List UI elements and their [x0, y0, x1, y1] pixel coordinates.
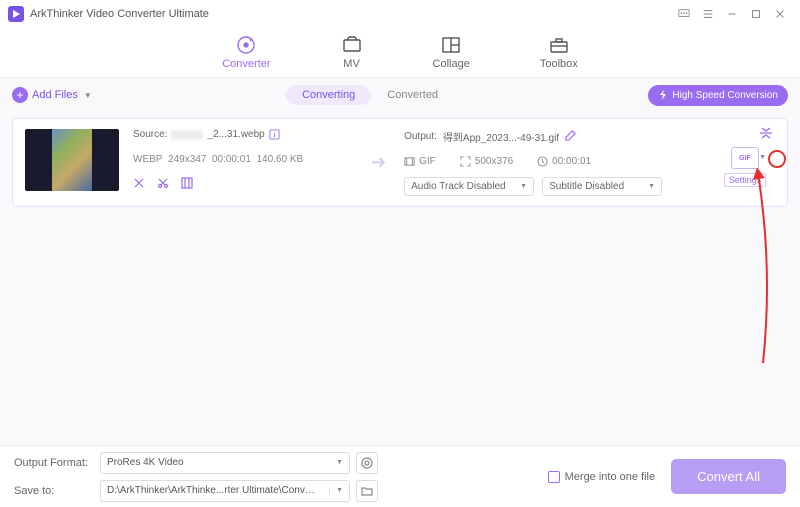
- subtab-converted[interactable]: Converted: [371, 85, 454, 105]
- film-icon: [404, 156, 415, 167]
- edit-tool-icon[interactable]: [133, 177, 145, 192]
- output-settings-button[interactable]: [356, 452, 378, 474]
- src-format: WEBP: [133, 154, 162, 165]
- output-format-button[interactable]: GIF ▼: [731, 147, 759, 169]
- merge-label: Merge into one file: [565, 471, 656, 483]
- output-format-value: ProRes 4K Video: [107, 457, 184, 468]
- save-to-label: Save to:: [14, 485, 94, 497]
- settings-button[interactable]: Settings: [724, 173, 767, 187]
- save-to-value: D:\ArkThinker\ArkThinke...rter Ultimate\…: [107, 485, 317, 496]
- output-filename: 得到App_2023...-49-31.gif: [443, 129, 559, 144]
- output-column: Output: 得到App_2023...-49-31.gif GIF 500x…: [404, 129, 701, 196]
- clock-icon: [537, 156, 548, 167]
- chevron-down-icon: ▼: [520, 183, 527, 190]
- add-files-button[interactable]: + Add Files ▼: [12, 87, 92, 103]
- main-tabs: Converter MV Collage Toolbox: [0, 28, 800, 78]
- titlebar: ArkThinker Video Converter Ultimate: [0, 0, 800, 28]
- checkbox-icon: [548, 471, 560, 483]
- right-controls: GIF ▼ Settings: [715, 129, 775, 196]
- plus-icon: +: [12, 87, 28, 103]
- format-badge-label: GIF: [739, 155, 751, 162]
- enhance-tool-icon[interactable]: [181, 177, 193, 192]
- high-speed-button[interactable]: High Speed Conversion: [648, 85, 788, 106]
- lightning-icon: [658, 90, 668, 100]
- subtitle-select[interactable]: Subtitle Disabled ▼: [542, 177, 662, 196]
- content-area: Source: _2...31.webp WEBP 249x347 00:00:…: [0, 112, 800, 213]
- collage-icon: [440, 34, 462, 56]
- out-format: GIF: [419, 156, 436, 167]
- compress-icon[interactable]: [759, 127, 773, 142]
- thumbnail[interactable]: [25, 129, 119, 191]
- high-speed-label: High Speed Conversion: [672, 90, 778, 101]
- src-resolution: 249x347: [168, 154, 206, 165]
- out-dur-cell: 00:00:01: [537, 156, 591, 167]
- subtitle-select-value: Subtitle Disabled: [549, 181, 624, 192]
- tab-toolbox[interactable]: Toolbox: [540, 34, 578, 70]
- out-duration: 00:00:01: [552, 156, 591, 167]
- tab-collage[interactable]: Collage: [433, 34, 470, 70]
- source-filename: _2...31.webp: [207, 129, 264, 140]
- source-meta: WEBP 249x347 00:00:01 140.60 KB: [133, 154, 353, 165]
- minimize-button[interactable]: [720, 4, 744, 24]
- merge-checkbox[interactable]: Merge into one file: [548, 471, 656, 483]
- feedback-icon[interactable]: [672, 4, 696, 24]
- add-files-label: Add Files: [32, 89, 78, 101]
- source-column: Source: _2...31.webp WEBP 249x347 00:00:…: [133, 129, 353, 196]
- chevron-down-icon: ▼: [329, 487, 343, 494]
- tab-converter[interactable]: Converter: [222, 34, 270, 70]
- menu-icon[interactable]: [696, 4, 720, 24]
- converter-icon: [235, 34, 257, 56]
- file-card: Source: _2...31.webp WEBP 249x347 00:00:…: [12, 118, 788, 207]
- out-res-cell: 500x376: [460, 156, 513, 167]
- save-to-select[interactable]: D:\ArkThinker\ArkThinke...rter Ultimate\…: [100, 480, 350, 502]
- tab-mv[interactable]: MV: [341, 34, 363, 70]
- cut-tool-icon[interactable]: [157, 177, 169, 192]
- src-filesize: 140.60 KB: [256, 154, 303, 165]
- toolbox-icon: [548, 34, 570, 56]
- tab-label: Collage: [433, 58, 470, 70]
- output-format-label: Output Format:: [14, 457, 94, 469]
- footer: Output Format: ProRes 4K Video ▼ Save to…: [0, 445, 800, 507]
- maximize-button[interactable]: [744, 4, 768, 24]
- tab-label: MV: [343, 58, 360, 70]
- toolbar: + Add Files ▼ Converting Converted High …: [0, 78, 800, 112]
- app-title: ArkThinker Video Converter Ultimate: [30, 8, 209, 20]
- tab-label: Converter: [222, 58, 270, 70]
- chevron-down-icon: ▼: [336, 459, 343, 466]
- output-format-select[interactable]: ProRes 4K Video ▼: [100, 452, 350, 474]
- audio-select-value: Audio Track Disabled: [411, 181, 506, 192]
- tab-label: Toolbox: [540, 58, 578, 70]
- resolution-icon: [460, 156, 471, 167]
- open-folder-button[interactable]: [356, 480, 378, 502]
- output-label: Output:: [404, 131, 437, 142]
- audio-track-select[interactable]: Audio Track Disabled ▼: [404, 177, 534, 196]
- subtab-converting[interactable]: Converting: [286, 85, 371, 105]
- source-label: Source:: [133, 129, 167, 140]
- mv-icon: [341, 34, 363, 56]
- src-duration: 00:00:01: [212, 154, 251, 165]
- out-format-cell: GIF: [404, 156, 436, 167]
- info-icon[interactable]: [269, 129, 280, 140]
- arrow-icon: ➔: [367, 129, 390, 196]
- chevron-down-icon[interactable]: ▼: [759, 154, 766, 161]
- chevron-down-icon: ▼: [84, 91, 92, 100]
- redacted-text: [171, 130, 203, 140]
- app-logo: [8, 6, 24, 22]
- rename-icon[interactable]: [565, 130, 576, 144]
- thumbnail-image: [52, 129, 92, 191]
- chevron-down-icon: ▼: [648, 183, 655, 190]
- convert-all-button[interactable]: Convert All: [671, 459, 786, 494]
- out-resolution: 500x376: [475, 156, 513, 167]
- close-button[interactable]: [768, 4, 792, 24]
